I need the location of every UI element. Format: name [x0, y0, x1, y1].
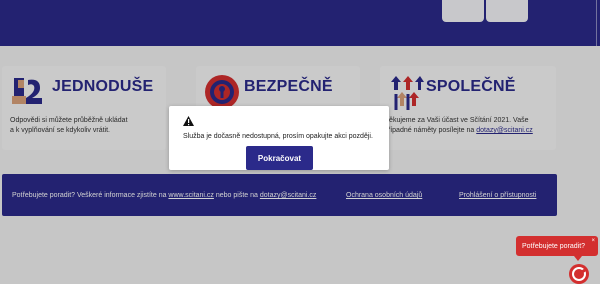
chat-icon	[572, 267, 586, 281]
close-icon[interactable]: ×	[591, 238, 595, 244]
continue-button[interactable]: Pokračovat	[246, 146, 313, 170]
chat-launcher-icon[interactable]	[569, 264, 589, 284]
help-chat-bubble[interactable]: Potřebujete poradit? ×	[516, 236, 598, 256]
error-dialog: Služba je dočasně nedostupná, prosím opa…	[169, 106, 389, 170]
help-bubble-tail	[574, 256, 582, 261]
dialog-message: Služba je dočasně nedostupná, prosím opa…	[183, 133, 373, 140]
warning-icon	[183, 116, 194, 126]
help-chat-label: Potřebujete poradit?	[522, 242, 586, 250]
